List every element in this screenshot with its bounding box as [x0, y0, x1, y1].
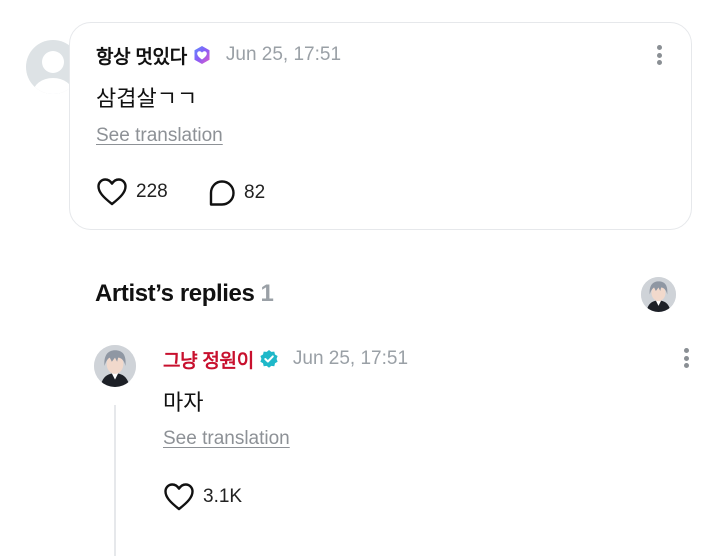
thread-line: [114, 405, 116, 556]
see-translation-link[interactable]: See translation: [96, 125, 223, 147]
reply-timestamp: Jun 25, 17:51: [292, 348, 409, 369]
fan-heart-badge-icon: [194, 46, 210, 64]
like-button[interactable]: 228: [96, 177, 168, 207]
artist-name[interactable]: 그냥 정원이: [163, 346, 254, 373]
verified-check-icon: [260, 350, 278, 368]
reply-text: 마자: [163, 390, 204, 415]
like-count: 228: [136, 181, 168, 202]
artist-avatar-small[interactable]: [641, 277, 676, 312]
more-vertical-icon[interactable]: [679, 344, 693, 372]
reply-count: 82: [244, 182, 266, 203]
speech-bubble-icon: [209, 180, 235, 206]
see-translation-link[interactable]: See translation: [163, 428, 290, 450]
like-count: 3.1K: [203, 486, 243, 507]
reply-button[interactable]: 82: [208, 179, 265, 207]
comment-timestamp: Jun 25, 17:51: [225, 44, 342, 65]
heart-outline-icon: [164, 483, 194, 511]
artist-replies-title: Artist’s replies: [95, 280, 255, 307]
comment-header: 항상 멋있다 Jun 25, 17:51: [96, 42, 342, 69]
artist-replies-heading: Artist’s replies 1: [95, 280, 274, 308]
more-vertical-icon[interactable]: [652, 41, 666, 69]
comment-thread-page: 항상 멋있다 Jun 25, 17:51 삼겹살ㄱㄱ See translati…: [0, 0, 720, 556]
comment-text: 삼겹살ㄱㄱ: [96, 86, 198, 111]
reply-header: 그냥 정원이 Jun 25, 17:51: [163, 346, 409, 373]
artist-avatar[interactable]: [94, 345, 136, 387]
comment-card: 항상 멋있다 Jun 25, 17:51 삼겹살ㄱㄱ See translati…: [69, 22, 692, 230]
heart-outline-icon: [97, 178, 127, 206]
like-button[interactable]: 3.1K: [163, 482, 242, 512]
commenter-name[interactable]: 항상 멋있다: [96, 42, 187, 69]
artist-replies-count: 1: [260, 280, 274, 307]
